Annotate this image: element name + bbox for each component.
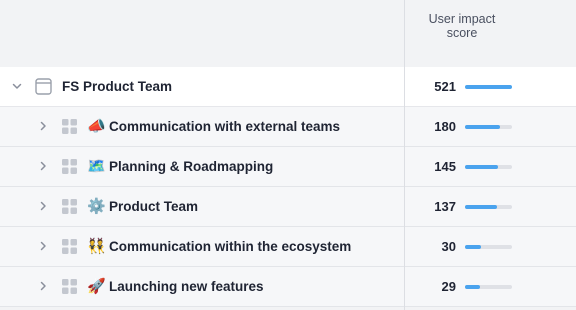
item-score-bar-fill <box>465 285 481 289</box>
list-item[interactable]: 🚀 Launching new features 29 <box>0 267 576 307</box>
chevron-down-icon[interactable] <box>10 79 24 93</box>
item-score: 145 <box>434 159 456 174</box>
chevron-right-icon[interactable] <box>36 159 50 173</box>
grid-icon <box>61 198 78 215</box>
grid-icon <box>61 278 78 295</box>
item-name: Communication within the ecosystem <box>109 239 352 254</box>
item-emoji-icon: 📣 <box>87 117 106 135</box>
team-score-bar-fill <box>465 85 512 89</box>
item-score-bar <box>465 285 512 289</box>
item-score-bar <box>465 205 512 209</box>
column-divider <box>404 0 405 310</box>
grid-icon <box>61 118 78 135</box>
item-emoji-icon: ⚙️ <box>87 197 106 215</box>
item-emoji-icon: 🗺️ <box>87 157 106 175</box>
item-emoji-icon: 👯 <box>87 237 106 255</box>
chevron-right-icon[interactable] <box>36 239 50 253</box>
item-name: Communication with external teams <box>109 119 341 134</box>
list-item[interactable]: 📣 Communication with external teams 180 <box>0 107 576 147</box>
grid-icon <box>61 158 78 175</box>
folder-icon <box>35 78 52 95</box>
list-item[interactable]: 🗺️ Planning & Roadmapping 145 <box>0 147 576 187</box>
user-impact-score-header[interactable]: User impact score <box>405 12 519 40</box>
chevron-right-icon[interactable] <box>36 199 50 213</box>
item-name: Launching new features <box>109 279 264 294</box>
chevron-right-icon[interactable] <box>36 279 50 293</box>
team-score: 521 <box>434 79 456 94</box>
list-item[interactable]: ⚙️ Product Team 137 <box>0 187 576 227</box>
item-emoji-icon: 🚀 <box>87 277 106 295</box>
item-name: Product Team <box>109 199 199 214</box>
team-score-bar <box>465 85 512 89</box>
grid-icon <box>61 238 78 255</box>
item-name: Planning & Roadmapping <box>109 159 274 174</box>
item-score-bar-fill <box>465 165 498 169</box>
item-score-bar <box>465 165 512 169</box>
team-row[interactable]: FS Product Team 521 <box>0 67 576 107</box>
column-title-line1: User impact <box>428 12 496 26</box>
item-score-bar-fill <box>465 205 497 209</box>
item-score: 137 <box>434 199 456 214</box>
chevron-right-icon[interactable] <box>36 119 50 133</box>
item-score: 180 <box>434 119 456 134</box>
column-title-line2: score <box>446 26 478 40</box>
item-score: 30 <box>441 239 456 254</box>
team-name: FS Product Team <box>62 79 173 94</box>
item-score: 29 <box>441 279 456 294</box>
item-score-bar <box>465 125 512 129</box>
item-score-bar <box>465 245 512 249</box>
item-score-bar-fill <box>465 245 481 249</box>
list-item[interactable]: 👯 Communication within the ecosystem 30 <box>0 227 576 267</box>
item-score-bar-fill <box>465 125 501 129</box>
